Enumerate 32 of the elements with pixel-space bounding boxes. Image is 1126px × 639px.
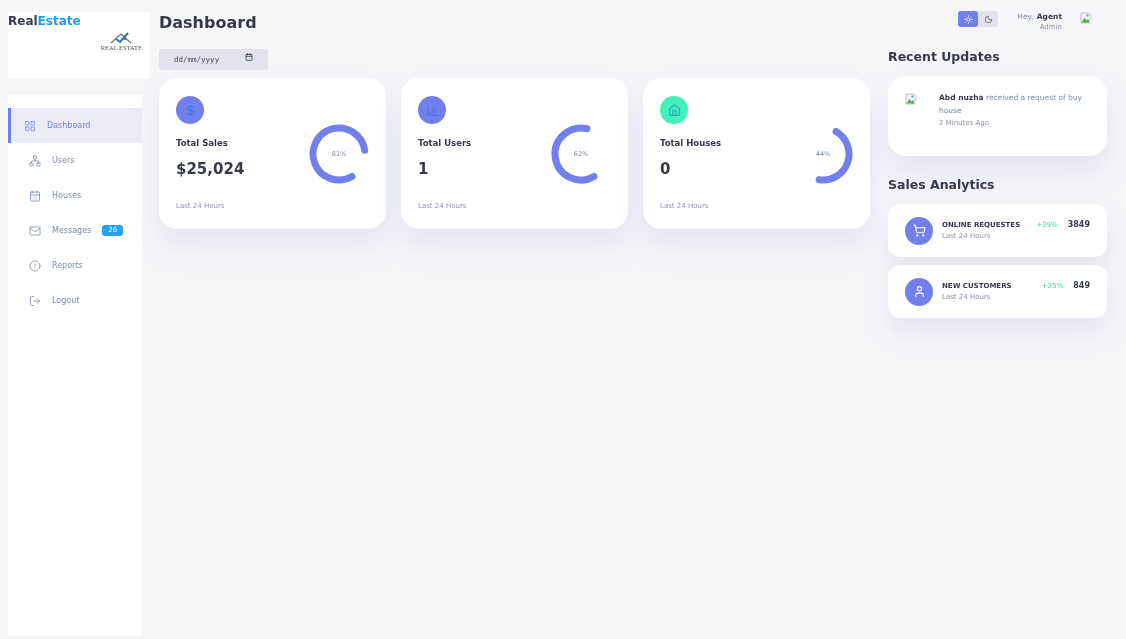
card-value: 0 [660, 159, 671, 179]
page-title: Dashboard [159, 12, 257, 34]
nav-link[interactable]: Dashboard [8, 108, 142, 143]
nav-link[interactable]: Users [8, 143, 142, 178]
theme-button[interactable] [958, 11, 979, 27]
analytics-value: 849 [1073, 280, 1090, 291]
cart-icon [905, 216, 933, 245]
calendar-icon [245, 53, 253, 61]
broken-image-icon [905, 93, 917, 105]
nav-link[interactable]: Houses [8, 178, 142, 213]
card-title: Total Users [418, 138, 472, 148]
broken-image-icon [1080, 12, 1092, 24]
grid-icon [24, 119, 36, 132]
moon-icon [983, 14, 993, 24]
nav-link[interactable]: Logout [8, 283, 142, 318]
card-title: Total Sales [176, 138, 228, 148]
analytics-value: 3849 [1067, 219, 1090, 230]
section-title: Sales Analytics [888, 177, 995, 193]
user-icon [905, 277, 933, 306]
section-title: Recent Updates [888, 49, 1000, 65]
sun-icon [963, 14, 973, 24]
mail-icon [29, 224, 41, 237]
network-icon [29, 154, 41, 167]
nav-link[interactable]: Reports [8, 248, 142, 283]
house-logo [109, 31, 134, 44]
logout-icon [29, 294, 41, 307]
card-value: $25,024 [176, 159, 245, 179]
card-title: Total Houses [660, 138, 722, 148]
card-value: 1 [418, 159, 429, 179]
brand-name: RealEstate [8, 13, 81, 29]
calendar-icon [29, 189, 41, 202]
alert-icon [29, 259, 41, 272]
